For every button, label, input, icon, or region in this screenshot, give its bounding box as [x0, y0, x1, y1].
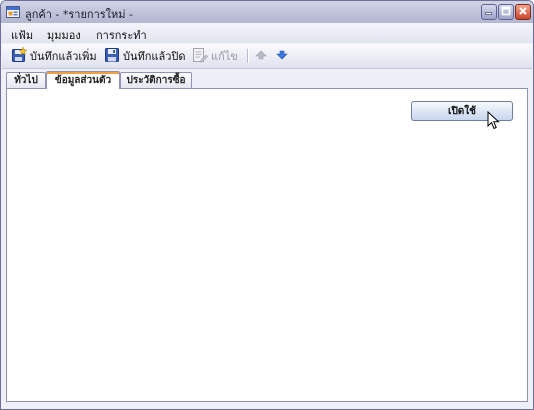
edit-icon [192, 47, 208, 66]
customer-window: ลูกค้า - *รายการใหม่ - แฟ้ม มุมมอง การกร… [0, 0, 534, 410]
maximize-icon [501, 6, 511, 19]
maximize-button[interactable] [498, 4, 514, 20]
tab-strip: ทั่วไป ข้อมูลส่วนตัว ประวัติการซื้อ [6, 71, 526, 89]
save-new-icon [11, 45, 28, 66]
title-bar[interactable]: ลูกค้า - *รายการใหม่ - [1, 1, 533, 24]
toolbar: บันทึกแล้วเพิ่ม บันทึกแล้วปิด แก้ไข [2, 44, 532, 69]
edit-button[interactable]: แก้ไข [192, 47, 238, 65]
form-icon[interactable] [6, 5, 20, 19]
window-title: ลูกค้า - *รายการใหม่ - [25, 8, 134, 21]
save-and-new-label: บันทึกแล้วเพิ่ม [30, 50, 97, 63]
edit-label: แก้ไข [211, 50, 238, 63]
save-and-new-button[interactable]: บันทึกแล้วเพิ่ม [11, 45, 97, 66]
save-and-close-button[interactable]: บันทึกแล้วปิด [104, 47, 186, 65]
arrow-up-icon [255, 49, 267, 64]
tab-personal-info[interactable]: ข้อมูลส่วนตัว [46, 71, 120, 89]
previous-button[interactable] [255, 47, 267, 65]
menu-bar: แฟ้ม มุมมอง การกระทำ [1, 23, 533, 43]
tab-general[interactable]: ทั่วไป [6, 72, 46, 88]
next-button[interactable] [276, 47, 288, 65]
minimize-icon [484, 6, 494, 19]
menu-actions[interactable]: การกระทำ [96, 26, 147, 44]
tab-purchase-history[interactable]: ประวัติการซื้อ [120, 72, 192, 88]
tab-panel [6, 88, 528, 402]
arrow-down-icon [276, 49, 288, 64]
close-icon [518, 6, 528, 19]
menu-view[interactable]: มุมมอง [47, 26, 81, 44]
close-button[interactable] [515, 4, 531, 20]
menu-file[interactable]: แฟ้ม [11, 26, 33, 44]
mouse-cursor-icon [487, 110, 501, 134]
save-close-icon [104, 47, 120, 66]
toolbar-separator [247, 49, 249, 63]
save-and-close-label: บันทึกแล้วปิด [123, 50, 186, 63]
minimize-button[interactable] [481, 4, 497, 20]
